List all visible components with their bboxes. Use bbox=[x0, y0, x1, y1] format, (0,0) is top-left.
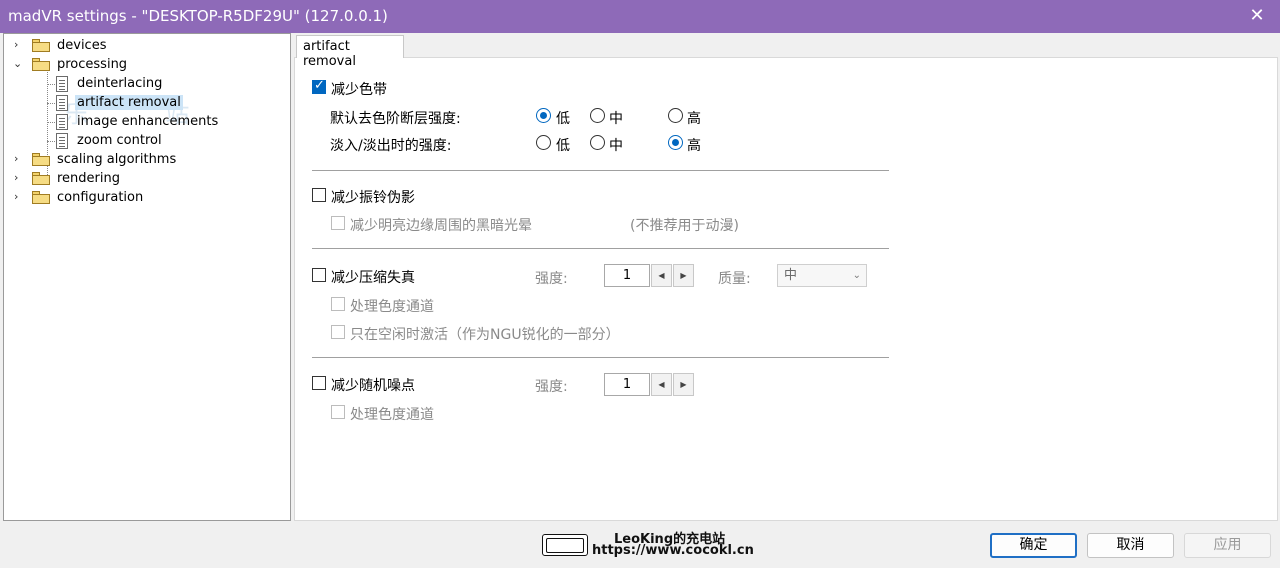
compression-chroma-checkbox[interactable] bbox=[331, 297, 345, 311]
chevron-right-icon[interactable]: › bbox=[14, 191, 24, 202]
noise-chroma-label: 处理色度通道 bbox=[350, 407, 434, 423]
compression-chroma-label: 处理色度通道 bbox=[350, 299, 434, 315]
default-strength-high-label: 高 bbox=[687, 111, 701, 127]
chevron-right-icon[interactable]: › bbox=[14, 172, 24, 183]
noise-checkbox[interactable] bbox=[312, 376, 326, 390]
fade-strength-high-label: 高 bbox=[687, 138, 701, 154]
folder-icon bbox=[32, 39, 50, 52]
fade-strength-low-label: 低 bbox=[556, 138, 570, 154]
fade-strength-mid-label: 中 bbox=[609, 138, 623, 154]
apply-button[interactable]: 应用 bbox=[1184, 533, 1271, 558]
divider bbox=[312, 170, 889, 171]
default-strength-low-label: 低 bbox=[556, 111, 570, 127]
fade-strength-mid-radio[interactable] bbox=[590, 135, 605, 150]
compression-quality-label: 质量: bbox=[718, 271, 751, 287]
debanding-label: 减少色带 bbox=[331, 82, 387, 98]
tree-item-configuration[interactable]: › configuration bbox=[14, 188, 145, 207]
spin-right-icon[interactable]: ▶ bbox=[673, 264, 694, 287]
page-icon bbox=[56, 75, 68, 92]
noise-label: 减少随机噪点 bbox=[331, 378, 415, 394]
fade-strength-low-radio[interactable] bbox=[536, 135, 551, 150]
settings-tree[interactable]: 乐 站 › devices ⌄ processing deinterlacing… bbox=[3, 33, 291, 521]
default-strength-label: 默认去色阶断层强度: bbox=[330, 111, 461, 127]
compression-quality-select[interactable]: 中 ⌄ bbox=[777, 264, 867, 287]
compression-idle-label: 只在空闲时激活（作为NGU锐化的一部分） bbox=[350, 327, 620, 343]
folder-icon bbox=[32, 153, 50, 166]
close-icon[interactable]: ✕ bbox=[1246, 5, 1268, 27]
tree-item-deinterlacing[interactable]: deinterlacing bbox=[56, 74, 164, 93]
tree-item-devices[interactable]: › devices bbox=[14, 36, 108, 55]
fade-strength-high-radio[interactable] bbox=[668, 135, 683, 150]
tree-item-image-enhancements[interactable]: image enhancements bbox=[56, 112, 220, 131]
default-strength-low-radio[interactable] bbox=[536, 108, 551, 123]
noise-strength-input[interactable]: 1 bbox=[604, 373, 650, 396]
page-icon bbox=[56, 113, 68, 130]
spin-left-icon[interactable]: ◀ bbox=[651, 373, 672, 396]
noise-chroma-checkbox[interactable] bbox=[331, 405, 345, 419]
tree-item-zoom-control[interactable]: zoom control bbox=[56, 131, 164, 150]
default-strength-mid-label: 中 bbox=[609, 111, 623, 127]
debanding-checkbox[interactable] bbox=[312, 78, 326, 94]
default-strength-mid-radio[interactable] bbox=[590, 108, 605, 123]
chevron-right-icon[interactable]: › bbox=[14, 153, 24, 164]
ringing-halo-checkbox[interactable] bbox=[331, 216, 345, 230]
compression-checkbox[interactable] bbox=[312, 268, 326, 282]
compression-label: 减少压缩失真 bbox=[331, 270, 415, 286]
ok-button[interactable]: 确定 bbox=[990, 533, 1077, 558]
ringing-halo-label: 减少明亮边缘周围的黑暗光晕 bbox=[350, 218, 532, 234]
watermark-line2: https://www.cocokl.cn bbox=[592, 543, 754, 558]
tree-item-rendering[interactable]: › rendering bbox=[14, 169, 122, 188]
folder-icon bbox=[32, 58, 50, 71]
tab-artifact-removal[interactable]: artifact removal bbox=[296, 35, 404, 69]
noise-strength-label: 强度: bbox=[535, 379, 568, 395]
page-icon bbox=[56, 94, 68, 111]
default-strength-high-radio[interactable] bbox=[668, 108, 683, 123]
tree-item-artifact-removal[interactable]: artifact removal bbox=[56, 93, 183, 112]
window-title: madVR settings - "DESKTOP-R5DF29U" (127.… bbox=[8, 7, 388, 25]
chevron-right-icon[interactable]: › bbox=[14, 39, 24, 50]
tree-item-processing[interactable]: ⌄ processing bbox=[13, 55, 129, 74]
divider bbox=[312, 248, 889, 249]
watermark-logo-icon bbox=[542, 534, 588, 556]
cancel-button[interactable]: 取消 bbox=[1087, 533, 1174, 558]
compression-strength-label: 强度: bbox=[535, 271, 568, 287]
divider bbox=[312, 357, 889, 358]
ringing-anime-note: (不推荐用于动漫) bbox=[630, 218, 739, 234]
compression-idle-checkbox[interactable] bbox=[331, 325, 345, 339]
spin-left-icon[interactable]: ◀ bbox=[651, 264, 672, 287]
chevron-down-icon[interactable]: ⌄ bbox=[13, 58, 23, 69]
ringing-label: 减少振铃伪影 bbox=[331, 190, 415, 206]
spin-right-icon[interactable]: ▶ bbox=[673, 373, 694, 396]
folder-icon bbox=[32, 172, 50, 185]
chevron-down-icon: ⌄ bbox=[852, 270, 861, 281]
folder-icon bbox=[32, 191, 50, 204]
tree-item-scaling-algorithms[interactable]: › scaling algorithms bbox=[14, 150, 178, 169]
ringing-checkbox[interactable] bbox=[312, 188, 326, 202]
compression-strength-input[interactable]: 1 bbox=[604, 264, 650, 287]
title-bar: madVR settings - "DESKTOP-R5DF29U" (127.… bbox=[0, 0, 1280, 33]
fade-strength-label: 淡入/淡出时的强度: bbox=[330, 138, 452, 154]
page-icon bbox=[56, 132, 68, 149]
